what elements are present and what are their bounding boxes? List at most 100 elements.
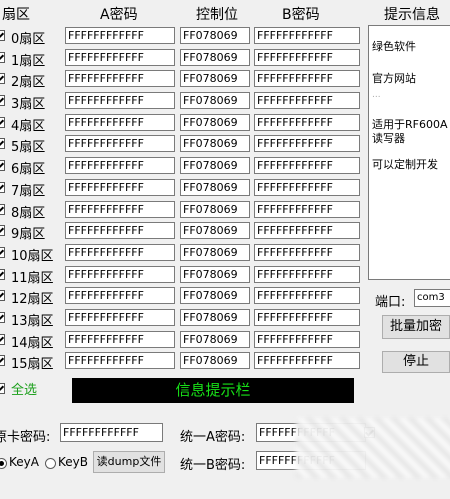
control-bits-input[interactable]: FF078069 [180, 178, 250, 196]
control-bits-input[interactable]: FF078069 [180, 308, 250, 326]
key-b-input[interactable]: FFFFFFFFFFFF [254, 200, 360, 218]
read-dump-button[interactable]: 读dump文件 [93, 451, 165, 473]
keyb-radio[interactable] [45, 458, 56, 469]
header-control-bits: 控制位 [196, 7, 238, 23]
control-bits-input[interactable]: FF078069 [180, 287, 250, 305]
key-a-input[interactable]: FFFFFFFFFFFF [65, 200, 175, 218]
sector-row: 14扇区 FFFFFFFFFFFF FF078069 FFFFFFFFFFFF [0, 329, 370, 351]
sector-checkbox[interactable] [0, 311, 5, 323]
sector-label: 0扇区 [11, 32, 46, 47]
key-a-input[interactable]: FFFFFFFFFFFF [65, 243, 175, 261]
sector-row: 7扇区 FFFFFFFFFFFF FF078069 FFFFFFFFFFFF [0, 177, 370, 199]
control-bits-input[interactable]: FF078069 [180, 265, 250, 283]
select-all-checkbox[interactable] [0, 383, 5, 394]
sector-row: 12扇区 FFFFFFFFFFFF FF078069 FFFFFFFFFFFF [0, 285, 370, 307]
tip-official-site-url: ... [372, 90, 381, 100]
sector-checkbox[interactable] [0, 181, 5, 193]
sector-row: 9扇区 FFFFFFFFFFFF FF078069 FFFFFFFFFFFF [0, 220, 370, 242]
sector-checkbox[interactable] [0, 138, 5, 150]
control-bits-input[interactable]: FF078069 [180, 330, 250, 348]
key-a-input[interactable]: FFFFFFFFFFFF [65, 287, 175, 305]
key-a-input[interactable]: FFFFFFFFFFFF [65, 27, 175, 44]
control-bits-input[interactable]: FF078069 [180, 70, 250, 88]
control-bits-input[interactable]: FF078069 [180, 243, 250, 261]
sector-row: 11扇区 FFFFFFFFFFFF FF078069 FFFFFFFFFFFF [0, 264, 370, 286]
sector-checkbox[interactable] [0, 290, 5, 302]
keyb-label: KeyB [58, 455, 88, 469]
sector-checkbox[interactable] [0, 30, 5, 41]
control-bits-input[interactable]: FF078069 [180, 157, 250, 175]
card-password-label: 原卡密码: [0, 430, 51, 445]
sector-checkbox[interactable] [0, 268, 5, 280]
tip-green-software: 绿色软件 [372, 40, 416, 53]
sector-row: 2扇区 FFFFFFFFFFFF FF078069 FFFFFFFFFFFF [0, 68, 370, 90]
sector-row: 8扇区 FFFFFFFFFFFF FF078069 FFFFFFFFFFFF [0, 199, 370, 221]
key-a-input[interactable]: FFFFFFFFFFFF [65, 92, 175, 110]
key-a-input[interactable]: FFFFFFFFFFFF [65, 265, 175, 283]
key-b-input[interactable]: FFFFFFFFFFFF [254, 330, 360, 348]
key-b-input[interactable]: FFFFFFFFFFFF [254, 265, 360, 283]
key-b-input[interactable]: FFFFFFFFFFFF [254, 157, 360, 175]
sector-label: 3扇区 [11, 97, 46, 113]
batch-encrypt-button[interactable]: 批量加密 [382, 315, 450, 339]
control-bits-input[interactable]: FF078069 [180, 200, 250, 218]
sector-row: 0扇区 FFFFFFFFFFFF FF078069 FFFFFFFFFFFF [0, 25, 370, 47]
control-bits-input[interactable]: FF078069 [180, 113, 250, 131]
key-a-input[interactable]: FFFFFFFFFFFF [65, 352, 175, 370]
keya-radio[interactable] [0, 458, 7, 469]
key-b-input[interactable]: FFFFFFFFFFFF [254, 243, 360, 261]
sector-checkbox[interactable] [0, 225, 5, 237]
key-b-input[interactable]: FFFFFFFFFFFF [254, 222, 360, 240]
key-a-input[interactable]: FFFFFFFFFFFF [65, 70, 175, 88]
stop-button[interactable]: 停止 [382, 351, 450, 373]
card-password-input[interactable]: FFFFFFFFFFFF [60, 423, 163, 442]
sector-checkbox[interactable] [0, 160, 5, 172]
sector-label: 2扇区 [11, 75, 46, 91]
sector-row: 10扇区 FFFFFFFFFFFF FF078069 FFFFFFFFFFFF [0, 242, 370, 264]
control-bits-input[interactable]: FF078069 [180, 135, 250, 153]
sector-row: 5扇区 FFFFFFFFFFFF FF078069 FFFFFFFFFFFF [0, 133, 370, 155]
sector-checkbox[interactable] [0, 203, 5, 215]
key-b-input[interactable]: FFFFFFFFFFFF [254, 113, 360, 131]
control-bits-input[interactable]: FF078069 [180, 92, 250, 110]
keya-label: KeyA [9, 455, 39, 469]
header-tips: 提示信息 [384, 7, 440, 23]
sector-checkbox[interactable] [0, 95, 5, 107]
key-a-input[interactable]: FFFFFFFFFFFF [65, 135, 175, 153]
key-b-input[interactable]: FFFFFFFFFFFF [254, 70, 360, 88]
control-bits-input[interactable]: FF078069 [180, 222, 250, 240]
key-b-input[interactable]: FFFFFFFFFFFF [254, 135, 360, 153]
key-b-input[interactable]: FFFFFFFFFFFF [254, 27, 360, 44]
key-a-input[interactable]: FFFFFFFFFFFF [65, 178, 175, 196]
sector-row: 1扇区 FFFFFFFFFFFF FF078069 FFFFFFFFFFFF [0, 47, 370, 69]
sector-checkbox[interactable] [0, 333, 5, 345]
header-key-a: A密码 [100, 7, 138, 23]
sector-label: 7扇区 [11, 183, 46, 199]
key-b-input[interactable]: FFFFFFFFFFFF [254, 178, 360, 196]
sector-checkbox[interactable] [0, 51, 5, 63]
sector-row: 6扇区 FFFFFFFFFFFF FF078069 FFFFFFFFFFFF [0, 155, 370, 177]
key-b-input[interactable]: FFFFFFFFFFFF [254, 308, 360, 326]
key-b-input[interactable]: FFFFFFFFFFFF [254, 352, 360, 370]
key-b-input[interactable]: FFFFFFFFFFFF [254, 48, 360, 66]
key-a-input[interactable]: FFFFFFFFFFFF [65, 308, 175, 326]
sector-checkbox[interactable] [0, 246, 5, 258]
sector-checkbox[interactable] [0, 116, 5, 128]
sector-checkbox[interactable] [0, 73, 5, 85]
header-key-b: B密码 [282, 7, 320, 23]
sector-checkbox[interactable] [0, 355, 5, 367]
port-select[interactable]: com3 [414, 289, 450, 307]
control-bits-input[interactable]: FF078069 [180, 48, 250, 66]
control-bits-input[interactable]: FF078069 [180, 27, 250, 44]
key-b-input[interactable]: FFFFFFFFFFFF [254, 287, 360, 305]
key-a-input[interactable]: FFFFFFFFFFFF [65, 48, 175, 66]
unified-b-label: 统一B密码: [180, 458, 246, 473]
key-a-input[interactable]: FFFFFFFFFFFF [65, 157, 175, 175]
key-a-input[interactable]: FFFFFFFFFFFF [65, 113, 175, 131]
key-a-input[interactable]: FFFFFFFFFFFF [65, 330, 175, 348]
key-b-input[interactable]: FFFFFFFFFFFF [254, 92, 360, 110]
tip-custom-dev: 可以定制开发 [372, 158, 438, 171]
key-a-input[interactable]: FFFFFFFFFFFF [65, 222, 175, 240]
control-bits-input[interactable]: FF078069 [180, 352, 250, 370]
sector-label: 15扇区 [11, 357, 54, 373]
